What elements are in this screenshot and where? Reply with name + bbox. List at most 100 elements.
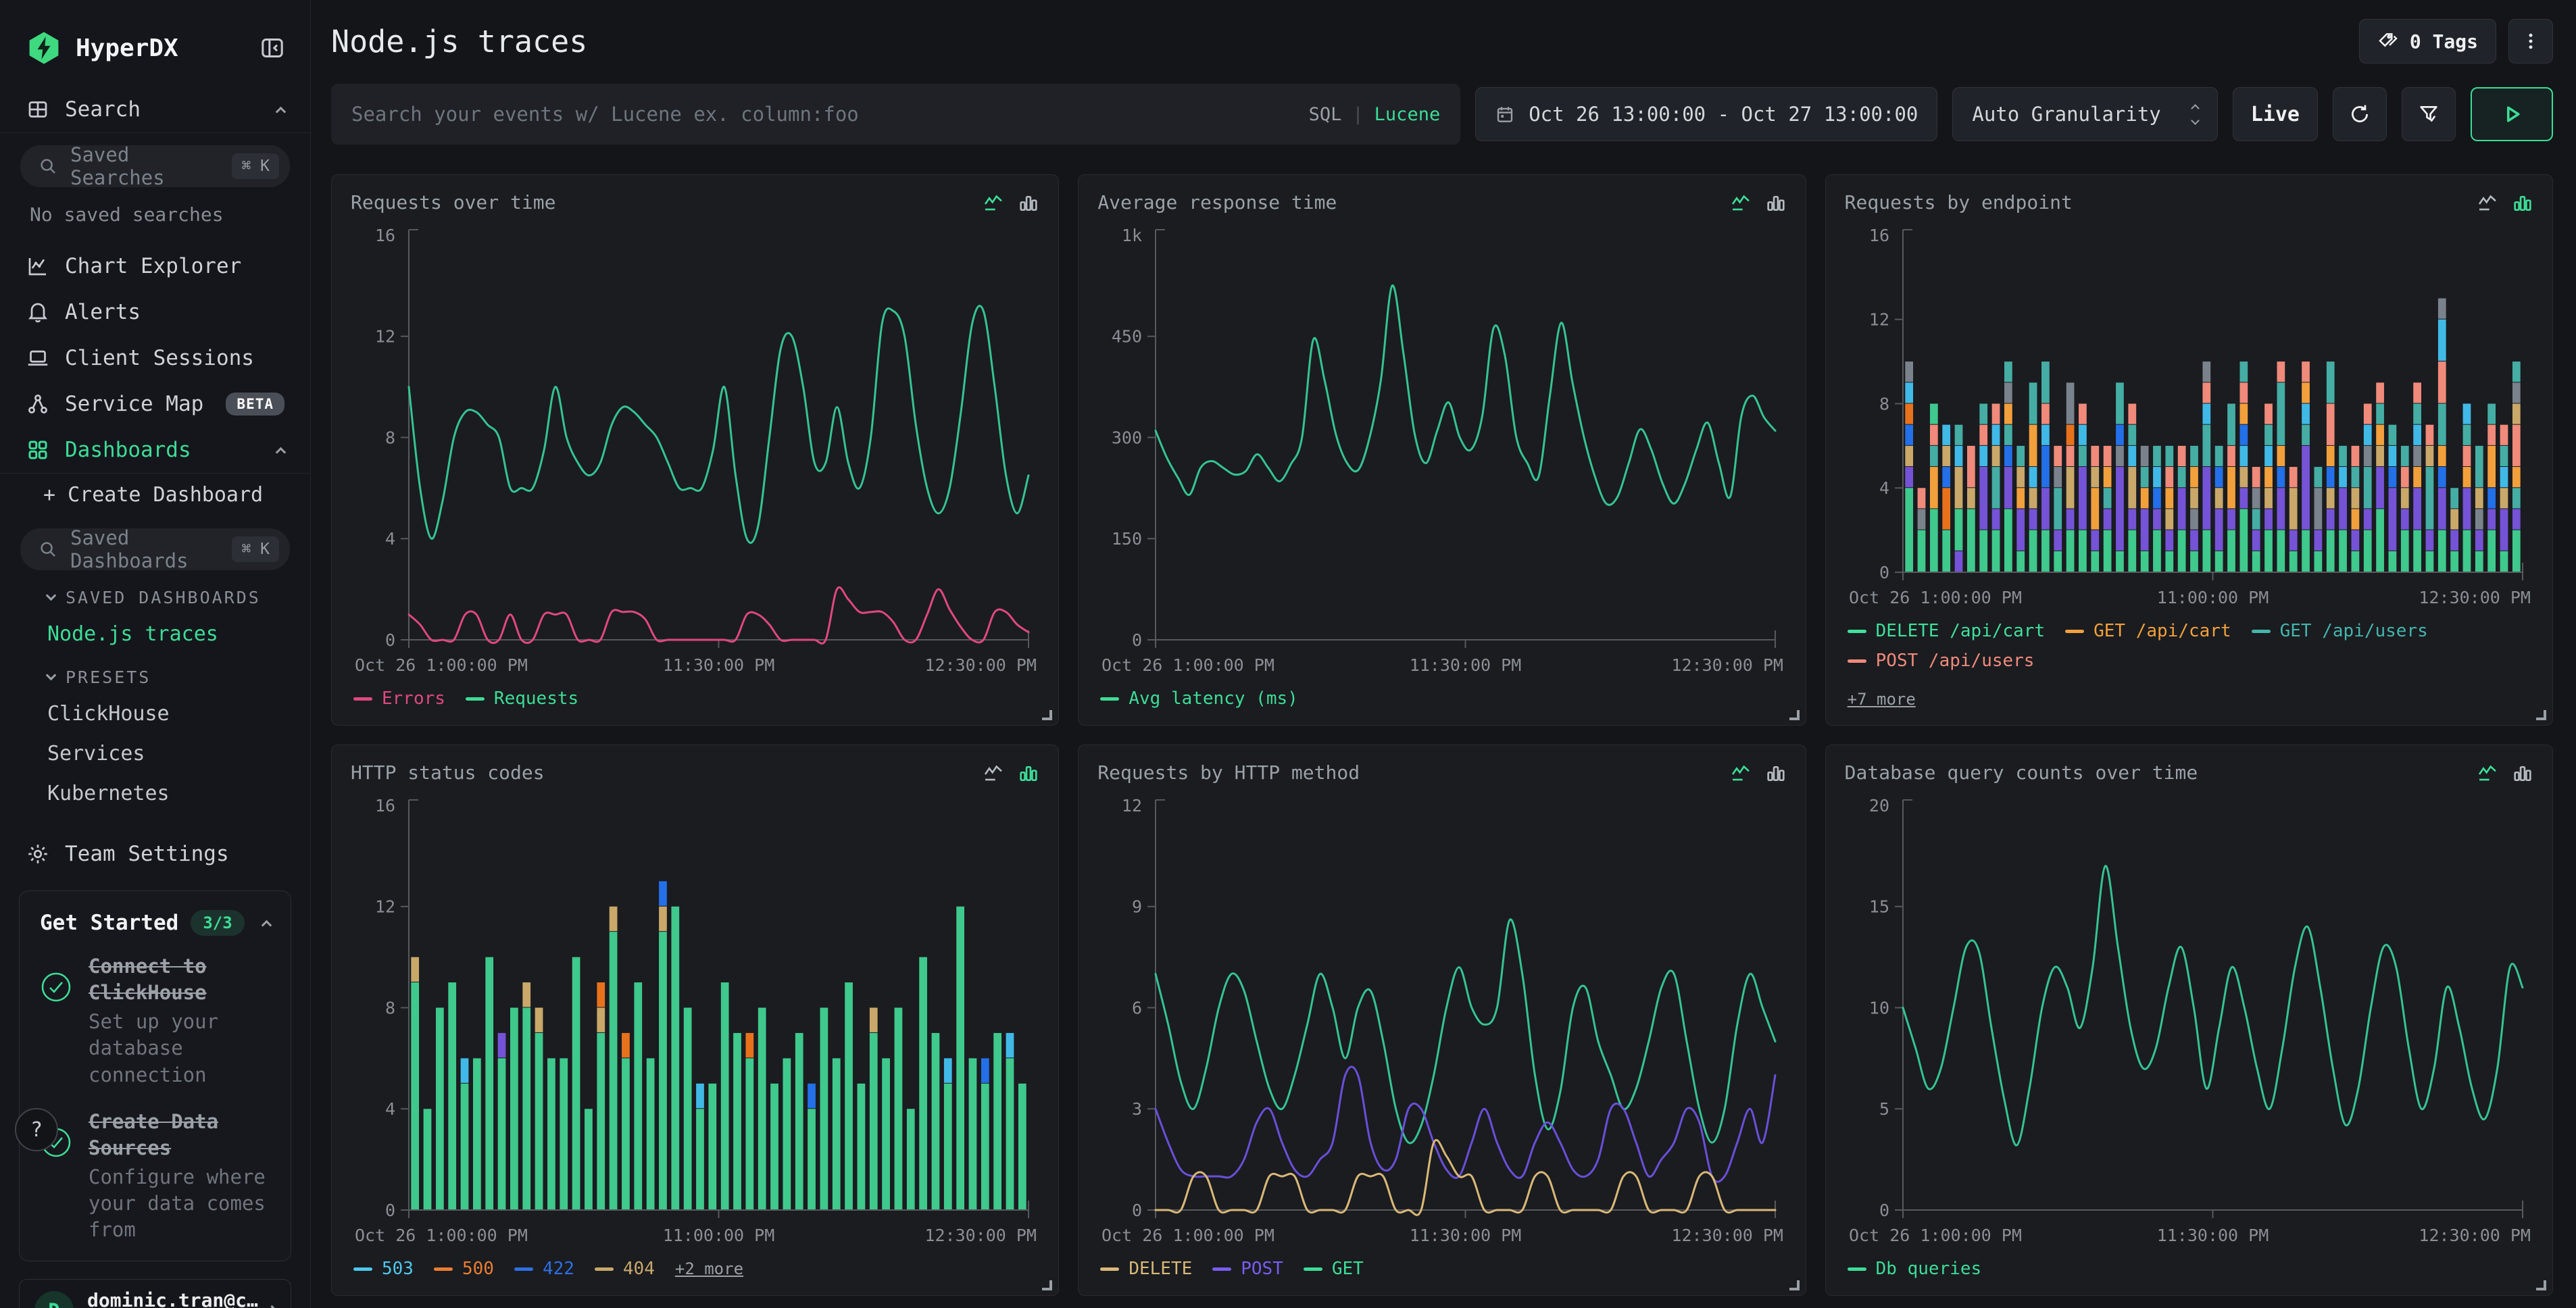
legend-item[interactable]: DELETE /api/cart xyxy=(1848,621,2045,641)
preset-item-kubernetes[interactable]: Kubernetes xyxy=(0,774,310,813)
filter-button[interactable] xyxy=(2402,87,2456,141)
bar-view-icon[interactable] xyxy=(2512,762,2533,784)
legend-item[interactable]: DELETE xyxy=(1100,1259,1192,1279)
resize-handle[interactable] xyxy=(1789,1280,1800,1290)
events-search-input[interactable]: Search your events w/ Lucene ex. column:… xyxy=(331,84,1460,145)
presets-group-header[interactable]: PRESETS xyxy=(0,654,310,694)
legend-item[interactable]: 404 xyxy=(595,1259,655,1279)
legend-label: Db queries xyxy=(1876,1259,1982,1279)
svg-text:Oct 26 1:00:00 PM: Oct 26 1:00:00 PM xyxy=(1849,588,2022,607)
resize-handle[interactable] xyxy=(1042,710,1052,720)
legend-label: 503 xyxy=(382,1259,414,1279)
chart-plot: 20151050Oct 26 1:00:00 PM11:30:00 PM12:3… xyxy=(1845,786,2533,1251)
get-started-title: Get Started xyxy=(40,911,178,935)
sidebar-item-alerts[interactable]: Alerts xyxy=(0,289,310,335)
refresh-button[interactable] xyxy=(2333,87,2387,141)
legend-item[interactable]: Avg latency (ms) xyxy=(1100,688,1297,709)
legend-item[interactable]: Db queries xyxy=(1848,1259,1982,1279)
get-started-step[interactable]: Create Data Sources Configure where your… xyxy=(40,1109,270,1244)
refresh-icon xyxy=(2348,103,2371,126)
avatar: D xyxy=(34,1291,74,1308)
dashboard-menu-button[interactable] xyxy=(2508,19,2553,64)
dashboard-item-nodejs-traces[interactable]: Node.js traces xyxy=(0,614,310,654)
legend-item[interactable]: POST xyxy=(1212,1259,1283,1279)
get-started-step[interactable]: Connect to ClickHouse Set up your databa… xyxy=(40,953,270,1088)
line-view-icon[interactable] xyxy=(2477,762,2498,784)
svg-text:16: 16 xyxy=(1869,226,1889,245)
kebab-menu-icon xyxy=(2521,31,2541,51)
svg-text:Oct 26 1:00:00 PM: Oct 26 1:00:00 PM xyxy=(355,1226,528,1245)
legend-swatch xyxy=(2252,630,2271,633)
svg-text:5: 5 xyxy=(1879,1099,1889,1119)
create-dashboard-button[interactable]: + Create Dashboard xyxy=(0,474,310,516)
charts-grid: Requests over time 1612840Oct 26 1:00:00… xyxy=(331,174,2553,1296)
logo-row: HyperDX xyxy=(0,0,310,86)
resize-handle[interactable] xyxy=(1789,710,1800,720)
live-button[interactable]: Live xyxy=(2233,87,2318,141)
line-view-icon[interactable] xyxy=(983,762,1004,784)
bar-view-icon[interactable] xyxy=(1018,762,1039,784)
line-view-icon[interactable] xyxy=(983,192,1004,213)
group-header-label: PRESETS xyxy=(66,668,151,687)
chart-plot: 129630Oct 26 1:00:00 PM11:30:00 PM12:30:… xyxy=(1097,786,1786,1251)
legend-more-link[interactable]: +7 more xyxy=(1848,690,1916,709)
saved-dashboards-group-header[interactable]: SAVED DASHBOARDS xyxy=(0,574,310,614)
granularity-select[interactable]: Auto Granularity xyxy=(1952,87,2217,141)
legend-label: GET xyxy=(1332,1259,1364,1279)
sidebar-item-search[interactable]: Search xyxy=(0,86,310,133)
legend-item[interactable]: POST /api/users xyxy=(1848,651,2035,671)
saved-searches-input[interactable]: Saved Searches ⌘ K xyxy=(20,145,290,187)
legend-item[interactable]: 500 xyxy=(434,1259,494,1279)
resize-handle[interactable] xyxy=(1042,1280,1052,1290)
svg-text:0: 0 xyxy=(1132,1201,1142,1220)
resize-handle[interactable] xyxy=(2536,1280,2546,1290)
date-range-picker[interactable]: Oct 26 13:00:00 - Oct 27 13:00:00 xyxy=(1475,87,1937,141)
legend-item[interactable]: GET xyxy=(1304,1259,1364,1279)
svg-text:15: 15 xyxy=(1869,897,1889,917)
bar-view-icon[interactable] xyxy=(1765,192,1787,213)
bar-view-icon[interactable] xyxy=(2512,192,2533,213)
line-view-icon[interactable] xyxy=(2477,192,2498,213)
bar-view-icon[interactable] xyxy=(1765,762,1787,784)
svg-text:450: 450 xyxy=(1112,327,1142,347)
chart-panel-requests-by-endpoint: Requests by endpoint 1612840Oct 26 1:00:… xyxy=(1825,174,2553,726)
sidebar-item-chart-explorer[interactable]: Chart Explorer xyxy=(0,243,310,289)
collapse-sidebar-icon[interactable] xyxy=(259,34,286,61)
bar-view-icon[interactable] xyxy=(1018,192,1039,213)
sidebar-item-client-sessions[interactable]: Client Sessions xyxy=(0,335,310,381)
saved-dashboards-input[interactable]: Saved Dashboards ⌘ K xyxy=(20,528,290,570)
sql-toggle[interactable]: SQL xyxy=(1309,104,1342,125)
tags-button[interactable]: 0 Tags xyxy=(2359,19,2496,64)
legend-item[interactable]: GET /api/cart xyxy=(2065,621,2231,641)
run-query-button[interactable] xyxy=(2471,87,2553,141)
chevron-up-icon xyxy=(276,447,287,457)
sidebar-item-team-settings[interactable]: Team Settings xyxy=(0,831,310,877)
svg-text:Oct 26 1:00:00 PM: Oct 26 1:00:00 PM xyxy=(1101,655,1274,675)
legend-label: Requests xyxy=(494,688,578,709)
gear-icon xyxy=(26,842,50,866)
line-view-icon[interactable] xyxy=(1730,762,1752,784)
legend-item[interactable]: Requests xyxy=(466,688,578,709)
service-map-icon xyxy=(26,392,50,416)
legend-item[interactable]: 503 xyxy=(353,1259,414,1279)
legend-item[interactable]: Errors xyxy=(353,688,445,709)
legend-more-link[interactable]: +2 more xyxy=(675,1259,743,1278)
resize-handle[interactable] xyxy=(2536,710,2546,720)
step-description: Set up your database connection xyxy=(89,1009,270,1088)
sidebar-item-label: Service Map xyxy=(65,392,211,416)
sidebar-item-label: Search xyxy=(65,97,262,122)
legend-item[interactable]: GET /api/users xyxy=(2252,621,2428,641)
search-icon xyxy=(38,539,58,559)
line-view-icon[interactable] xyxy=(1730,192,1752,213)
sidebar-item-dashboards[interactable]: Dashboards xyxy=(0,427,310,474)
laptop-icon xyxy=(26,346,50,370)
legend-item[interactable]: 422 xyxy=(514,1259,574,1279)
user-menu[interactable]: D dominic.tran@c… dominic.tran@cli… xyxy=(19,1279,291,1308)
lucene-toggle[interactable]: Lucene xyxy=(1374,104,1441,125)
preset-item-clickhouse[interactable]: ClickHouse xyxy=(0,694,310,734)
preset-item-services[interactable]: Services xyxy=(0,734,310,774)
chevron-up-icon[interactable] xyxy=(262,920,272,930)
help-button[interactable]: ? xyxy=(15,1108,58,1151)
legend-label: POST /api/users xyxy=(1876,651,2035,671)
sidebar-item-service-map[interactable]: Service Map BETA xyxy=(0,381,310,427)
